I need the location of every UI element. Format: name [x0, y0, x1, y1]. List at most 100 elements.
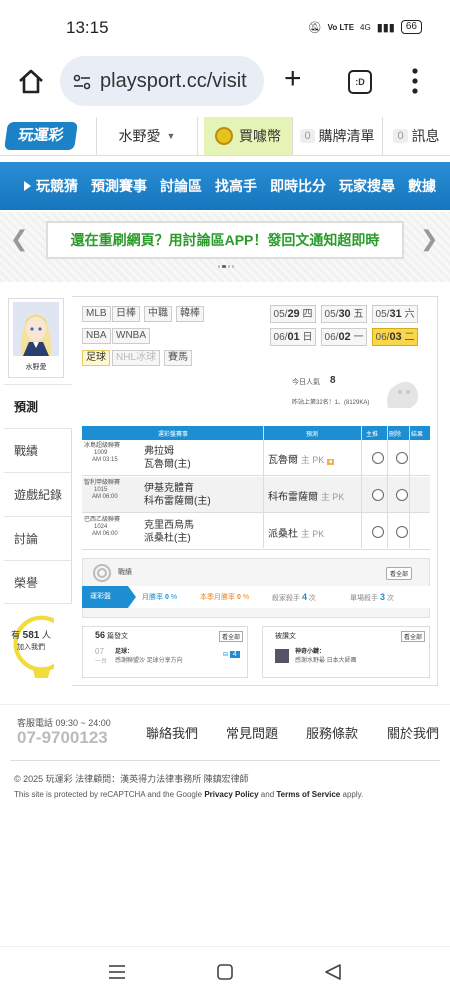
- helper-count[interactable]: 有 581 人 加入我們: [10, 628, 52, 652]
- league-tab-npb[interactable]: 日棒: [112, 306, 140, 322]
- main-pick-radio[interactable]: [372, 489, 384, 501]
- footer-link-terms[interactable]: 服務條款: [306, 723, 358, 742]
- stat-single-killer: 單場殺手 3 次: [350, 591, 394, 602]
- posts-view-all[interactable]: 看全部: [218, 631, 243, 642]
- liked-post-text[interactable]: 神奇小鍵： 感謝水野最 日本大師團: [295, 648, 357, 666]
- avatar[interactable]: [13, 302, 59, 356]
- side-tab-discussion[interactable]: 討論: [4, 516, 72, 560]
- terms-link[interactable]: Terms of Service: [276, 790, 340, 799]
- delete-radio[interactable]: [396, 452, 408, 464]
- nav-item-play[interactable]: 玩競猜: [36, 176, 78, 196]
- nav-item-player-search[interactable]: 玩家搜尋: [339, 176, 395, 196]
- side-tab-game-history[interactable]: 遊戲紀錄: [4, 472, 72, 516]
- avatar: [275, 649, 289, 663]
- rank-text: 昨站上第32名！1、(8129KA): [292, 400, 370, 406]
- service-phone[interactable]: 07-9700123: [17, 728, 108, 748]
- col-pick: 預測: [305, 431, 318, 438]
- delete-radio[interactable]: [396, 489, 408, 501]
- nav-item-livescore[interactable]: 即時比分: [270, 176, 326, 196]
- home-nav-icon[interactable]: [216, 963, 234, 981]
- url-text[interactable]: playsport.cc/visit: [100, 70, 247, 93]
- target-icon: [93, 564, 111, 582]
- more-menu-icon[interactable]: [412, 68, 418, 94]
- battery-icon: 66: [400, 20, 422, 34]
- status-icons: 🔕︎ Vo LTE 4G ▮▮▮ 66: [308, 20, 422, 34]
- tabs-button[interactable]: :D: [348, 70, 372, 94]
- nav-item-data[interactable]: 數據: [408, 176, 436, 196]
- messages-button[interactable]: 0 訊息: [382, 117, 450, 155]
- liked-posts-card[interactable]: 被讚文 看全部 神奇小鍵： 感謝水野最 日本大師團: [262, 626, 430, 678]
- mascot-icon: [387, 381, 418, 408]
- footer-link-contact[interactable]: 聯絡我們: [146, 723, 198, 742]
- banner-next-icon[interactable]: ❯: [420, 226, 438, 252]
- banner-message[interactable]: 還在重刷網頁？用討論區APP！發回文通知超即時: [46, 221, 404, 259]
- table-row: 冰島超級聯賽 1009 AM 03:15 弗拉姆 瓦魯爾(主) 瓦魯爾 主 PK ■: [82, 440, 430, 476]
- date-0602[interactable]: 06/02 一: [321, 328, 367, 346]
- site-settings-icon[interactable]: [72, 72, 92, 92]
- posts-card[interactable]: 56 篇發文 看全部 07 一台 足球： 感謝聯盟沙 足球分享方向 ⊟ 4: [82, 626, 248, 678]
- buy-coins-button[interactable]: 買噱幣: [204, 117, 292, 155]
- helper-prefix: 有: [11, 630, 21, 640]
- network-label: 4G: [360, 22, 371, 32]
- main-nav: 玩競猜 預測賽事 討論區 找高手 即時比分 玩家搜尋 數據: [0, 162, 450, 210]
- nav-item-experts[interactable]: 找高手: [215, 176, 257, 196]
- new-tab-icon[interactable]: +: [284, 64, 302, 94]
- table-divider: [387, 426, 388, 548]
- main-pick-radio[interactable]: [372, 452, 384, 464]
- post-text[interactable]: 足球： 感謝聯盟沙 足球分享方向: [115, 648, 183, 666]
- stat-season-rate: 本季月勝率 0 %: [200, 594, 250, 601]
- row-league: 智利甲級聯賽 1015 AM 06:00: [84, 480, 121, 500]
- nav-item-predict[interactable]: 預測賽事: [91, 176, 147, 196]
- copyright: © 2025 玩運彩 法律顧問：漢英得力法律事務所 陳鎮宏律師: [14, 774, 249, 784]
- banner-pagination[interactable]: [218, 265, 234, 270]
- back-icon[interactable]: [324, 963, 342, 981]
- liked-view-all[interactable]: 看全部: [400, 631, 425, 642]
- caret-down-icon: ▼: [166, 131, 176, 141]
- league-tab-horse[interactable]: 賽馬: [164, 350, 192, 366]
- league-tab-cpbl[interactable]: 中職: [144, 306, 172, 322]
- league-tab-nba[interactable]: NBA: [82, 328, 111, 344]
- delete-radio[interactable]: [396, 526, 408, 538]
- privacy-link[interactable]: Privacy Policy: [204, 790, 258, 799]
- league-tab-nhl[interactable]: NHL冰球: [112, 350, 161, 366]
- footer-link-about[interactable]: 關於我們: [387, 723, 439, 742]
- date-0603[interactable]: 06/03 二: [372, 328, 418, 346]
- col-main: 主推: [365, 431, 378, 438]
- col-event: 運彩盤賽事: [157, 431, 188, 438]
- league-tab-mlb[interactable]: MLB: [82, 306, 111, 322]
- row-teams: 弗拉姆 瓦魯爾(主): [144, 446, 191, 470]
- site-logo[interactable]: 玩運彩: [4, 122, 78, 150]
- footer-link-faq[interactable]: 常見問題: [226, 723, 278, 742]
- recents-icon[interactable]: [108, 964, 126, 980]
- date-0530[interactable]: 05/30 五: [321, 305, 367, 323]
- date-0601[interactable]: 06/01 日: [270, 328, 316, 346]
- signal-icon: ▮▮▮: [376, 21, 395, 34]
- side-tab-record[interactable]: 戰績: [4, 428, 72, 472]
- date-0529[interactable]: 05/29 四: [270, 305, 316, 323]
- reply-badge: ⊟ 4: [223, 651, 240, 658]
- banner-prev-icon[interactable]: ❮: [10, 226, 28, 252]
- row-pick[interactable]: 派桑杜 主 PK: [268, 525, 324, 540]
- nav-item-forum[interactable]: 討論區: [160, 176, 202, 196]
- buy-coins-label: 買噱幣: [239, 128, 281, 144]
- table-divider: [409, 426, 410, 548]
- main-pick-radio[interactable]: [372, 526, 384, 538]
- messages-label: 訊息: [411, 128, 440, 144]
- stats-view-all-button[interactable]: 看全部: [386, 567, 413, 580]
- row-pick[interactable]: 科布雷薩爾 主 PK: [268, 488, 344, 503]
- cart-button[interactable]: 0 購牌清單: [292, 117, 382, 155]
- coin-icon: [215, 127, 233, 145]
- status-time: 13:15: [66, 18, 109, 37]
- date-0531[interactable]: 05/31 六: [372, 305, 418, 323]
- league-tab-soccer[interactable]: 足球: [82, 350, 110, 366]
- helper-join: 加入我們: [17, 644, 45, 651]
- league-tab-kbo[interactable]: 韓棒: [176, 306, 204, 322]
- stats-tab-lottery[interactable]: 運彩盤: [82, 586, 136, 608]
- side-tab-predict[interactable]: 預測: [4, 384, 72, 428]
- user-menu-button[interactable]: 水野愛 ▼: [96, 117, 198, 155]
- row-pick[interactable]: 瓦魯爾 主 PK ■: [268, 451, 335, 466]
- side-tab-honor[interactable]: 榮譽: [4, 560, 72, 604]
- liked-title: 被讚文: [275, 633, 296, 640]
- league-tab-wnba[interactable]: WNBA: [112, 328, 150, 344]
- home-icon[interactable]: [16, 66, 46, 96]
